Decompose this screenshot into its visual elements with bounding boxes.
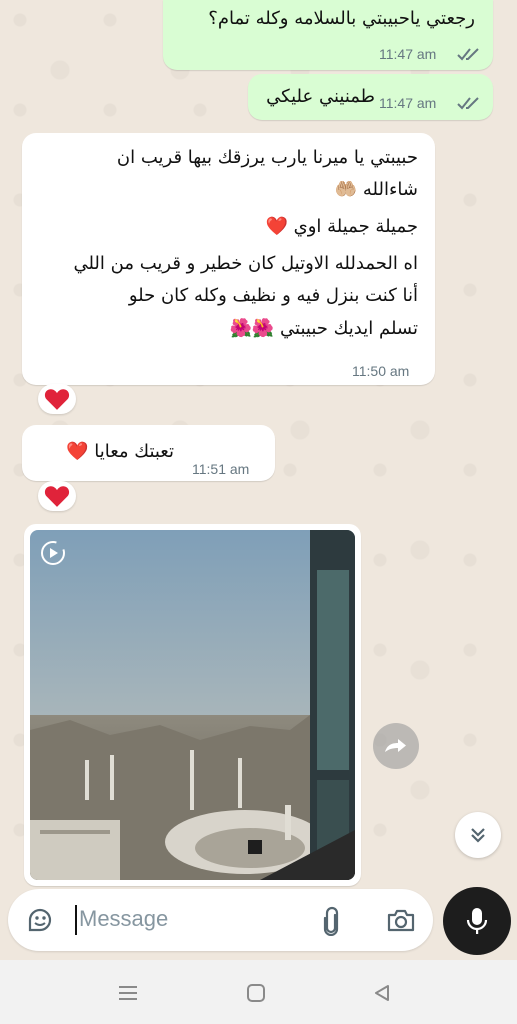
text-cursor <box>75 905 77 935</box>
nav-home-icon[interactable] <box>246 983 266 1003</box>
forward-button[interactable] <box>373 723 419 769</box>
heart-reaction[interactable] <box>38 384 76 414</box>
heart-reaction-icon <box>44 486 70 507</box>
camera-icon[interactable] <box>386 907 416 933</box>
message-line: شاءالله 🤲🏼 <box>334 179 418 200</box>
outgoing-message[interactable]: طمنيني عليكي 11:47 am <box>248 74 493 120</box>
message-text: طمنيني عليكي <box>266 86 375 107</box>
read-ticks-icon <box>457 48 479 61</box>
message-input[interactable]: Message <box>79 906 168 932</box>
message-time: 11:51 am <box>192 461 250 477</box>
video-thumbnail[interactable] <box>30 530 355 880</box>
forward-icon <box>385 739 406 752</box>
sticker-icon[interactable] <box>26 906 54 934</box>
message-composer: Message <box>8 889 433 951</box>
heart-reaction[interactable] <box>38 481 76 511</box>
message-text: تعبتك معايا ❤️ <box>66 441 174 462</box>
incoming-message[interactable]: تعبتك معايا ❤️ 11:51 am <box>22 425 275 481</box>
city-view-image <box>30 530 355 880</box>
read-ticks-icon <box>457 97 479 110</box>
message-time: 11:47 am <box>379 46 437 62</box>
nav-menu-icon[interactable] <box>118 984 138 1002</box>
message-line: جميلة جميلة اوي ❤️ <box>265 216 418 237</box>
message-line: تسلم ايديك حبيبتي 🌺🌺 <box>229 318 419 339</box>
message-time: 11:50 am <box>352 363 410 379</box>
incoming-message[interactable]: حبيبتي يا ميرنا يارب يرزقك بيها قريب ان … <box>22 133 435 385</box>
scroll-down-icon <box>471 828 485 843</box>
message-line: اه الحمدلله الاوتيل كان خطير و قريب من ا… <box>73 253 418 274</box>
outgoing-message[interactable]: رجعتي ياحبيبتي بالسلامه وكله تمام؟ 11:47… <box>163 0 493 70</box>
video-play-icon[interactable] <box>40 540 66 566</box>
scroll-to-bottom-button[interactable] <box>455 812 501 858</box>
system-navigation-bar <box>0 960 517 1024</box>
message-line: حبيبتي يا ميرنا يارب يرزقك بيها قريب ان <box>116 147 418 168</box>
message-text: رجعتي ياحبيبتي بالسلامه وكله تمام؟ <box>208 8 475 29</box>
attach-icon[interactable] <box>320 906 342 936</box>
heart-reaction-icon <box>44 389 70 410</box>
mic-icon <box>466 908 488 934</box>
message-time: 11:47 am <box>379 95 437 111</box>
message-line: أنا كنت بنزل فيه و نظيف وكله كان حلو <box>128 285 418 306</box>
nav-back-icon[interactable] <box>372 983 392 1003</box>
voice-record-button[interactable] <box>443 887 511 955</box>
